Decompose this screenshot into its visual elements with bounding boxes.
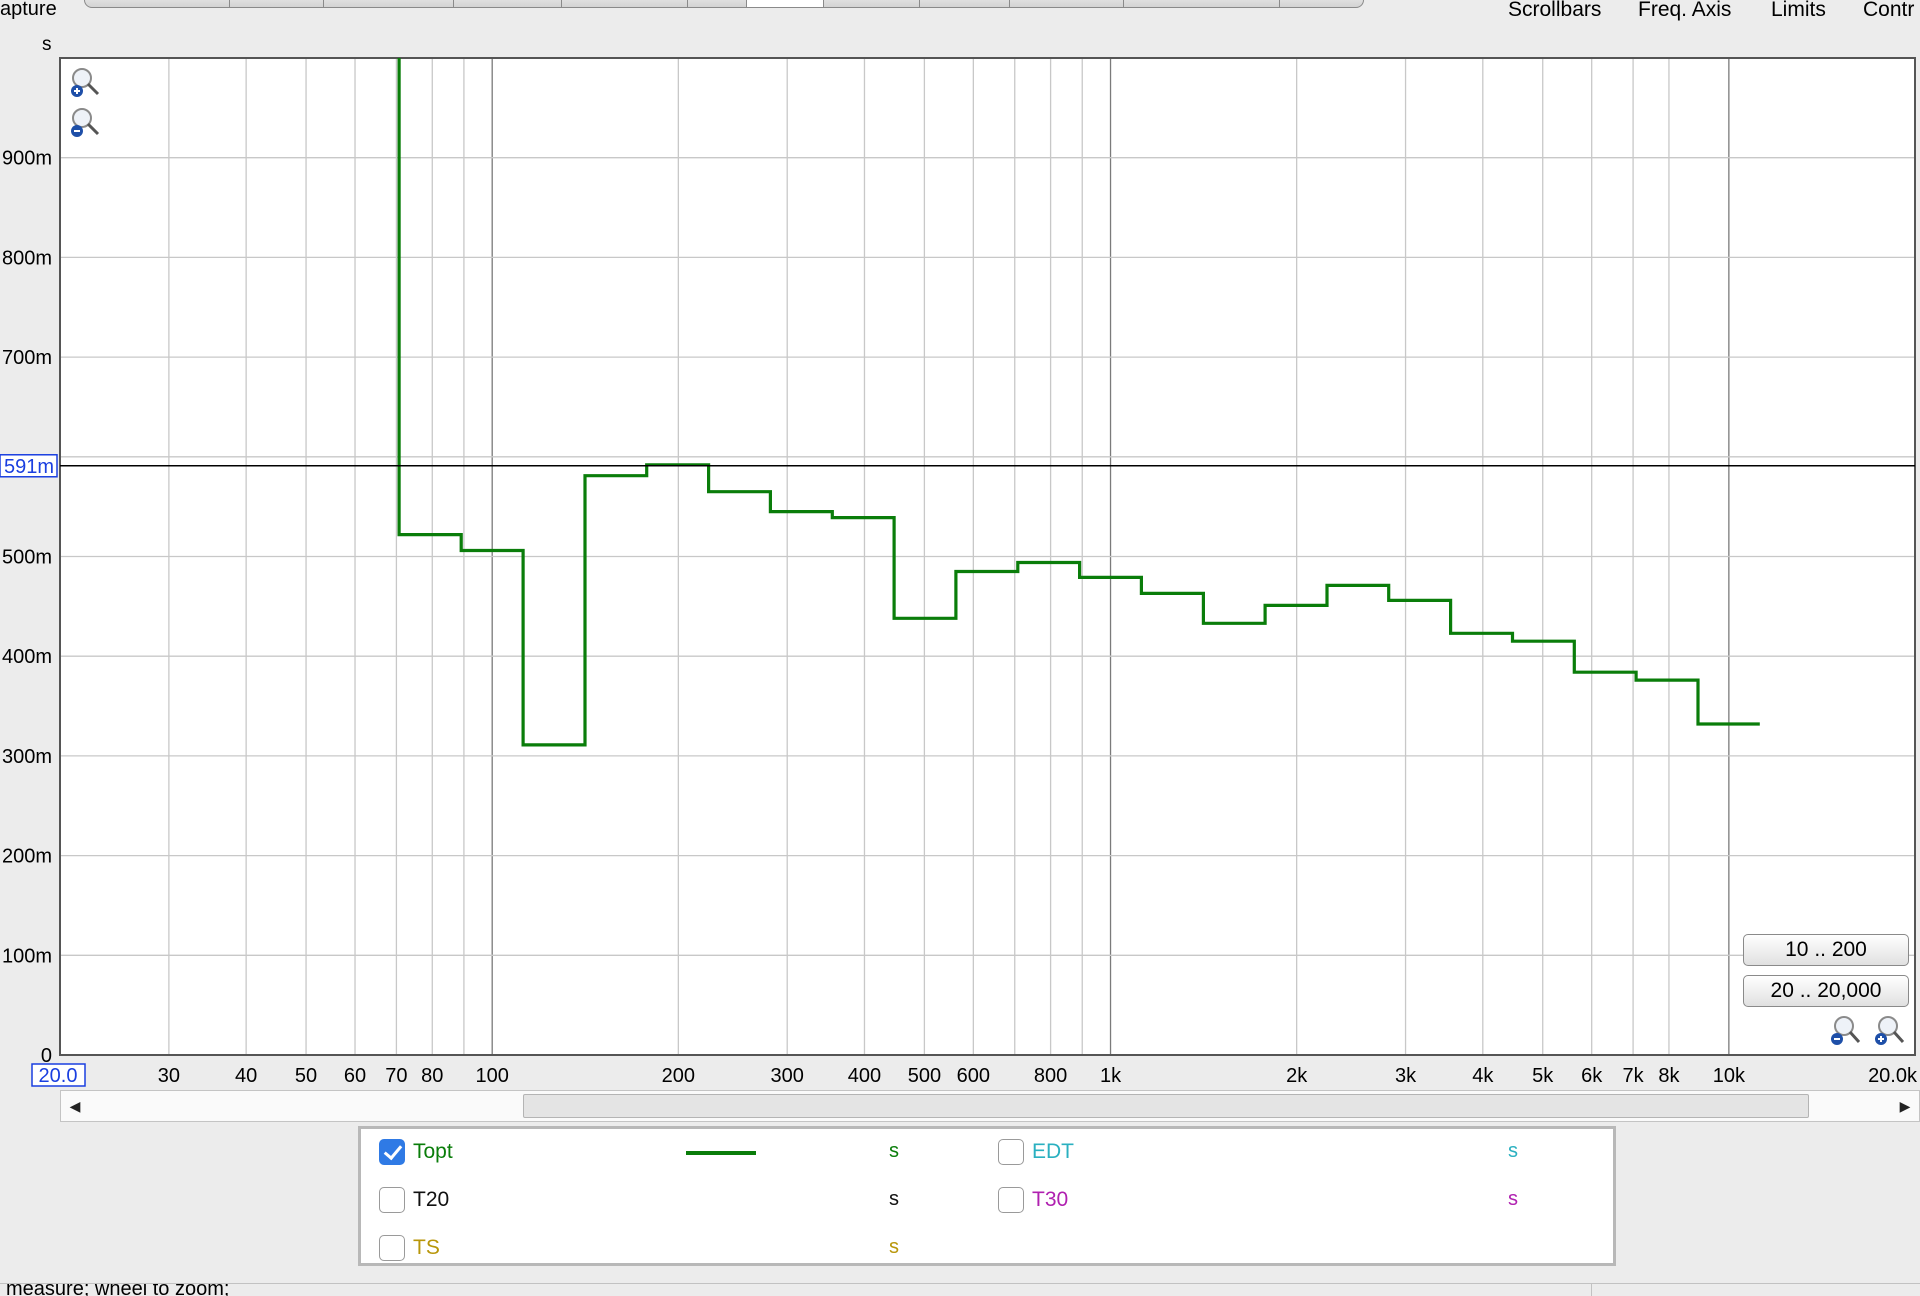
status-divider xyxy=(1591,1284,1592,1296)
status-text: measure; wheel to zoom; xyxy=(6,1283,230,1296)
y-tick-label: 300m xyxy=(2,746,52,768)
cursor-label: 591m xyxy=(4,456,54,478)
series-legend: Topt s EDT s T20 s T30 s TS s xyxy=(358,1126,1616,1266)
legend-unit-ts: s xyxy=(889,1236,899,1258)
legend-unit-t20: s xyxy=(889,1188,899,1210)
y-tick-label: 200m xyxy=(2,846,52,868)
x-tick-label: 400 xyxy=(848,1065,881,1087)
legend-checkbox-t20[interactable] xyxy=(379,1187,405,1213)
legend-unit-topt: s xyxy=(889,1140,899,1162)
legend-name-topt: Topt xyxy=(413,1140,453,1163)
zoom-out-icon[interactable] xyxy=(1828,1014,1862,1053)
x-tick-label: 70 xyxy=(385,1065,407,1087)
x-tick-label: 500 xyxy=(908,1065,941,1087)
legend-line-topt xyxy=(686,1151,756,1155)
legend-name-edt: EDT xyxy=(1032,1140,1074,1163)
y-tick-label: 400m xyxy=(2,646,52,668)
x-tick-label: 300 xyxy=(771,1065,804,1087)
zoom-in-icon[interactable] xyxy=(1872,1014,1906,1053)
x-tick-label: 1k xyxy=(1100,1065,1122,1087)
x-tick-label: 60 xyxy=(344,1065,366,1087)
x-tick-label: 7k xyxy=(1623,1065,1645,1087)
x-tick-label: 20.0k xyxy=(1868,1065,1918,1087)
status-bar: measure; wheel to zoom; xyxy=(0,1283,1920,1296)
horizontal-scrollbar[interactable]: ◀ ▶ xyxy=(60,1090,1920,1122)
x-tick-label: 40 xyxy=(235,1065,257,1087)
x-tick-label: 4k xyxy=(1472,1065,1494,1087)
x-tick-label: 100 xyxy=(476,1065,509,1087)
x-tick-label: 3k xyxy=(1395,1065,1417,1087)
x-tick-label: 80 xyxy=(421,1065,443,1087)
x-tick-label: 10k xyxy=(1713,1065,1746,1087)
y-tick-label: 800m xyxy=(2,247,52,269)
zoom-out-icon[interactable] xyxy=(68,106,102,145)
x-tick-label: 50 xyxy=(295,1065,317,1087)
scroll-right-icon[interactable]: ▶ xyxy=(1891,1091,1919,1121)
rt60-chart[interactable]: 0100m200m300m400m500m700m800m900m30 40 50 6… xyxy=(0,0,1920,1090)
legend-name-ts: TS xyxy=(413,1236,440,1259)
x-tick-label: 8k xyxy=(1658,1065,1680,1087)
y-tick-label: 900m xyxy=(2,148,52,170)
x-tick-label: 30 xyxy=(158,1065,180,1087)
legend-checkbox-edt[interactable] xyxy=(998,1139,1024,1165)
x-tick-label: 5k xyxy=(1532,1065,1554,1087)
x-tick-label: 800 xyxy=(1034,1065,1067,1087)
legend-unit-t30: s xyxy=(1508,1188,1518,1210)
range-20-20000-button[interactable]: 20 .. 20,000 xyxy=(1743,975,1909,1007)
legend-name-t30: T30 xyxy=(1032,1188,1069,1211)
scrollbar-thumb[interactable] xyxy=(523,1094,1809,1118)
legend-name-t20: T20 xyxy=(413,1188,450,1211)
x-min-label: 20.0 xyxy=(39,1065,78,1087)
x-tick-label: 6k xyxy=(1581,1065,1603,1087)
x-tick-label: 600 xyxy=(957,1065,990,1087)
y-tick-label: 500m xyxy=(2,547,52,569)
checkmark-icon[interactable] xyxy=(379,1139,405,1165)
legend-checkbox-t30[interactable] xyxy=(998,1187,1024,1213)
scroll-left-icon[interactable]: ◀ xyxy=(61,1091,89,1121)
x-tick-label: 200 xyxy=(662,1065,695,1087)
x-tick-label: 2k xyxy=(1286,1065,1308,1087)
range-10-200-button[interactable]: 10 .. 200 xyxy=(1743,934,1909,966)
y-tick-label: 700m xyxy=(2,347,52,369)
legend-unit-edt: s xyxy=(1508,1140,1518,1162)
y-tick-label: 100m xyxy=(2,945,52,967)
zoom-in-icon[interactable] xyxy=(68,66,102,105)
legend-checkbox-ts[interactable] xyxy=(379,1235,405,1261)
